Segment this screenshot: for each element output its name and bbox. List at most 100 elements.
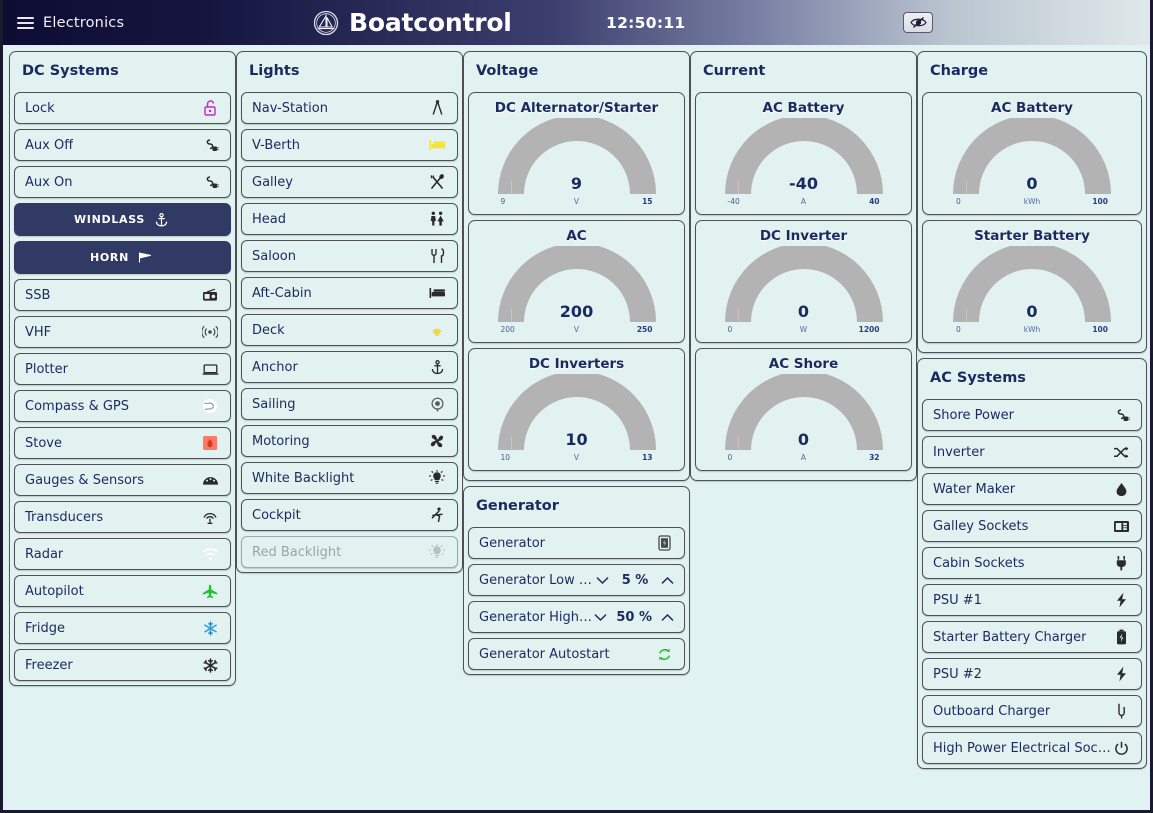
gauge-dial: 0 A 0 32 <box>724 374 884 464</box>
stepper[interactable]: 50 % <box>594 610 674 625</box>
chevron-up-icon[interactable] <box>661 613 674 622</box>
generator-toggle[interactable]: Generator <box>468 527 685 559</box>
light-item-motoring[interactable]: Motoring <box>241 425 458 457</box>
gauge-ac-shore-current[interactable]: AC Shore 0 A 0 32 <box>695 348 912 471</box>
gauge-max-label: 1200 <box>858 325 880 334</box>
generator-low-mark-stepper[interactable]: Generator Low Mark 5 % <box>468 564 685 596</box>
row-label: White Backlight <box>252 470 355 486</box>
row-label: Freezer <box>25 657 73 673</box>
dc-item-aux-on[interactable]: Aux On <box>14 166 231 198</box>
gauge-ac-battery-charge[interactable]: AC Battery 0 kWh 0 100 <box>922 92 1142 215</box>
light-item-sailing[interactable]: Sailing <box>241 388 458 420</box>
gauge-starter-battery-charge[interactable]: Starter Battery 0 kWh 0 100 <box>922 220 1142 343</box>
gauge-max-label: 40 <box>869 197 880 206</box>
dc-item-ssb[interactable]: SSB <box>14 279 231 311</box>
dc-item-fridge[interactable]: Fridge <box>14 612 231 644</box>
generator-high-mark-stepper[interactable]: Generator High Mark 50 % <box>468 601 685 633</box>
light-item-anchor[interactable]: Anchor <box>241 351 458 383</box>
gauge-max-label: 15 <box>642 197 653 206</box>
gauge-dc-alternator-starter[interactable]: DC Alternator/Starter 9 V 9 15 <box>468 92 685 215</box>
menu-label: Electronics <box>43 14 125 31</box>
dc-item-stove[interactable]: Stove <box>14 427 231 459</box>
dc-item-radar[interactable]: Radar <box>14 538 231 570</box>
stepper-value: 5 % <box>621 572 649 588</box>
light-item-saloon[interactable]: Saloon <box>241 240 458 272</box>
gauge-ac-battery-current[interactable]: AC Battery -40 A -40 40 <box>695 92 912 215</box>
gauge-value: -40 <box>789 174 818 193</box>
ac-item-psu-2[interactable]: PSU #2 <box>922 658 1142 690</box>
dc-systems-list: Lock Aux Off Aux On WINDLASS HORN SSB VH… <box>10 92 235 685</box>
eye-slash-icon <box>909 16 927 29</box>
dc-item-lock[interactable]: Lock <box>14 92 231 124</box>
stepper[interactable]: 5 % <box>596 573 674 588</box>
panel-charge: Charge AC Battery 0 kWh 0 100 Starter Ba… <box>917 51 1147 353</box>
chevron-up-icon[interactable] <box>661 576 674 585</box>
broadcast-icon <box>200 323 220 341</box>
ac-item-psu-1[interactable]: PSU #1 <box>922 584 1142 616</box>
gauge-icon <box>200 471 220 489</box>
chevron-down-icon[interactable] <box>596 576 609 585</box>
panel-ac-systems: AC Systems Shore Power Inverter Water Ma… <box>917 358 1147 769</box>
gauge-min-label: 0 <box>727 453 733 462</box>
anchor-icon <box>151 211 171 229</box>
row-label: Galley Sockets <box>933 518 1029 534</box>
ac-item-starter-battery-charger[interactable]: Starter Battery Charger <box>922 621 1142 653</box>
visibility-toggle-button[interactable] <box>903 12 933 33</box>
sailboat-logo-icon <box>313 10 339 36</box>
gauge-max-label: 100 <box>1092 325 1108 334</box>
chevron-down-icon[interactable] <box>594 613 607 622</box>
row-label: Stove <box>25 435 62 451</box>
gauge-min-label: 200 <box>500 325 515 334</box>
hamburger-icon[interactable] <box>17 16 34 29</box>
water-drop-icon <box>1111 480 1131 498</box>
gauge-ac-voltage[interactable]: AC 200 V 200 250 <box>468 220 685 343</box>
brand-title: Boatcontrol <box>349 8 512 37</box>
current-gauges: AC Battery -40 A -40 40 DC Inverter 0 W … <box>691 92 916 480</box>
horn-icon <box>135 249 155 267</box>
light-item-head[interactable]: Head <box>241 203 458 235</box>
ac-item-inverter[interactable]: Inverter <box>922 436 1142 468</box>
dc-item-vhf[interactable]: VHF <box>14 316 231 348</box>
menu-button[interactable]: Electronics <box>17 15 124 31</box>
generator-autostart-toggle[interactable]: Generator Autostart <box>468 638 685 670</box>
gauge-max-label: 13 <box>642 453 653 462</box>
ac-item-outboard-charger[interactable]: Outboard Charger <box>922 695 1142 727</box>
row-label: Deck <box>252 322 285 338</box>
ac-item-water-maker[interactable]: Water Maker <box>922 473 1142 505</box>
dc-item-aux-off[interactable]: Aux Off <box>14 129 231 161</box>
ac-item-cabin-sockets[interactable]: Cabin Sockets <box>922 547 1142 579</box>
gauge-dc-inverters[interactable]: DC Inverters 10 V 10 13 <box>468 348 685 471</box>
dc-item-plotter[interactable]: Plotter <box>14 353 231 385</box>
bulb-icon <box>427 469 447 487</box>
row-label: HORN <box>89 251 130 264</box>
gauge-dial: 0 kWh 0 100 <box>952 118 1112 208</box>
light-item-galley[interactable]: Galley <box>241 166 458 198</box>
voltage-gauges: DC Alternator/Starter 9 V 9 15 AC 200 V … <box>464 92 689 480</box>
column-dc-systems: DC Systems Lock Aux Off Aux On WINDLASS … <box>9 51 236 691</box>
light-item-nav-station[interactable]: Nav-Station <box>241 92 458 124</box>
gauge-dial: -40 A -40 40 <box>724 118 884 208</box>
dc-item-freezer[interactable]: Freezer <box>14 649 231 681</box>
gauge-dc-inverter-current[interactable]: DC Inverter 0 W 0 1200 <box>695 220 912 343</box>
dc-item-compass-gps[interactable]: Compass & GPS <box>14 390 231 422</box>
row-label: WINDLASS <box>73 213 146 226</box>
dc-item-horn[interactable]: HORN <box>14 241 231 274</box>
light-item-white-backlight[interactable]: White Backlight <box>241 462 458 494</box>
light-item-v-berth[interactable]: V-Berth <box>241 129 458 161</box>
dc-item-windlass[interactable]: WINDLASS <box>14 203 231 236</box>
gauge-unit: V <box>573 197 580 206</box>
ac-item-high-power-sockets[interactable]: High Power Electrical Sockets <box>922 732 1142 764</box>
dc-item-transducers[interactable]: Transducers <box>14 501 231 533</box>
light-item-deck[interactable]: Deck <box>241 314 458 346</box>
row-label: Compass & GPS <box>25 398 130 414</box>
light-item-aft-cabin[interactable]: Aft-Cabin <box>241 277 458 309</box>
ac-item-galley-sockets[interactable]: Galley Sockets <box>922 510 1142 542</box>
dc-item-gauges-sensors[interactable]: Gauges & Sensors <box>14 464 231 496</box>
gauge-title: AC <box>566 228 587 244</box>
ac-item-shore-power[interactable]: Shore Power <box>922 399 1142 431</box>
dc-item-autopilot[interactable]: Autopilot <box>14 575 231 607</box>
light-item-cockpit[interactable]: Cockpit <box>241 499 458 531</box>
light-item-red-backlight[interactable]: Red Backlight <box>241 536 458 568</box>
gauge-value: 0 <box>1026 174 1038 193</box>
panel-lights: Lights Nav-Station V-Berth Galley Head S… <box>236 51 463 573</box>
